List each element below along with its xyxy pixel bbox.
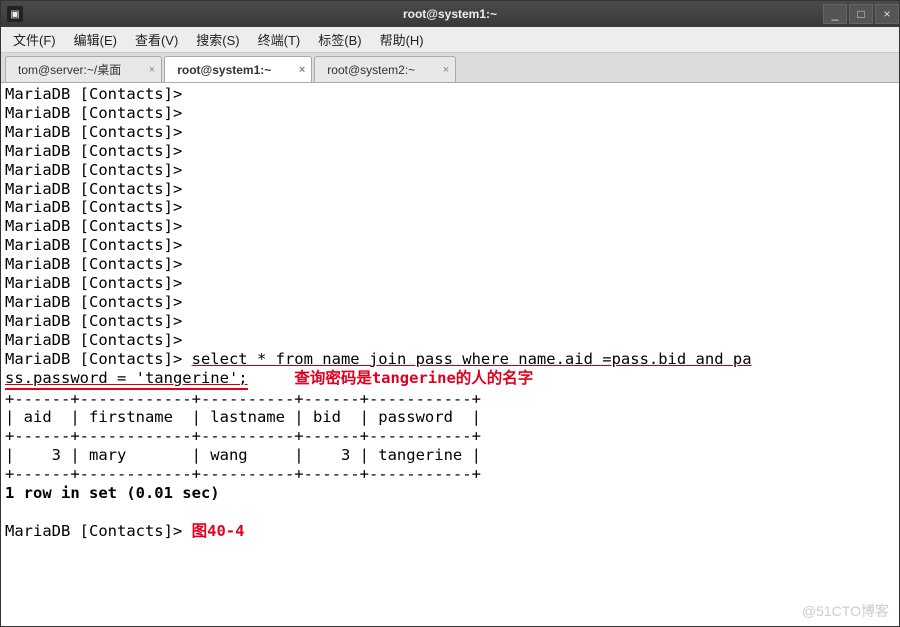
menu-edit[interactable]: 编辑(E) xyxy=(70,28,121,51)
menu-tabs[interactable]: 标签(B) xyxy=(314,28,365,51)
prompt-line: MariaDB [Contacts]> xyxy=(5,123,895,142)
menu-help[interactable]: 帮助(H) xyxy=(376,28,428,51)
minimize-button[interactable]: _ xyxy=(823,4,847,24)
prompt-line: MariaDB [Contacts]> xyxy=(5,217,895,236)
menu-terminal[interactable]: 终端(T) xyxy=(254,28,305,51)
tab-system1[interactable]: root@system1:~ × xyxy=(164,56,312,82)
blank-line xyxy=(5,503,895,522)
menubar: 文件(F) 编辑(E) 查看(V) 搜索(S) 终端(T) 标签(B) 帮助(H… xyxy=(1,27,899,53)
prompt-line: MariaDB [Contacts]> xyxy=(5,331,895,350)
window-title: root@system1:~ xyxy=(403,7,497,21)
watermark: @51CTO博客 xyxy=(802,603,889,620)
table-border: +------+------------+----------+------+-… xyxy=(5,390,895,409)
tab-tom-server[interactable]: tom@server:~/桌面 × xyxy=(5,56,162,82)
prompt-line: MariaDB [Contacts]> xyxy=(5,274,895,293)
tab-system2[interactable]: root@system2:~ × xyxy=(314,56,456,82)
table-border: +------+------------+----------+------+-… xyxy=(5,427,895,446)
tab-label: tom@server:~/桌面 xyxy=(18,61,121,78)
close-button[interactable]: × xyxy=(875,4,899,24)
prompt-line: MariaDB [Contacts]> xyxy=(5,312,895,331)
annotation-text: 查询密码是tangerine的人的名字 xyxy=(294,369,533,387)
table-header: | aid | firstname | lastname | bid | pas… xyxy=(5,408,895,427)
tab-label: root@system1:~ xyxy=(177,63,271,77)
table-border: +------+------------+----------+------+-… xyxy=(5,465,895,484)
prompt-line: MariaDB [Contacts]> xyxy=(5,85,895,104)
sql-line-2: ss.password = 'tangerine'; 查询密码是tangerin… xyxy=(5,369,895,390)
titlebar[interactable]: ▣ root@system1:~ _ □ × xyxy=(1,1,899,27)
maximize-button[interactable]: □ xyxy=(849,4,873,24)
terminal-icon: ▣ xyxy=(7,6,23,22)
prompt-line: MariaDB [Contacts]> xyxy=(5,293,895,312)
table-row: | 3 | mary | wang | 3 | tangerine | xyxy=(5,446,895,465)
window-controls: _ □ × xyxy=(821,4,899,24)
sql-line-1: MariaDB [Contacts]> select * from name j… xyxy=(5,350,895,369)
menu-view[interactable]: 查看(V) xyxy=(131,28,182,51)
close-icon[interactable]: × xyxy=(443,64,449,76)
menu-file[interactable]: 文件(F) xyxy=(9,28,60,51)
close-icon[interactable]: × xyxy=(149,64,155,76)
prompt-with-figure: MariaDB [Contacts]> 图40-4 xyxy=(5,522,895,541)
prompt-line: MariaDB [Contacts]> xyxy=(5,142,895,161)
prompt-line: MariaDB [Contacts]> xyxy=(5,236,895,255)
figure-label: 图40-4 xyxy=(192,522,245,540)
prompt-line: MariaDB [Contacts]> xyxy=(5,198,895,217)
prompt-line: MariaDB [Contacts]> xyxy=(5,180,895,199)
tab-label: root@system2:~ xyxy=(327,63,415,77)
prompt-line: MariaDB [Contacts]> xyxy=(5,104,895,123)
terminal-window: ▣ root@system1:~ _ □ × 文件(F) 编辑(E) 查看(V)… xyxy=(0,0,900,627)
menu-search[interactable]: 搜索(S) xyxy=(192,28,243,51)
prompt-line: MariaDB [Contacts]> xyxy=(5,255,895,274)
terminal-output[interactable]: MariaDB [Contacts]> MariaDB [Contacts]> … xyxy=(1,83,899,626)
result-msg: 1 row in set (0.01 sec) xyxy=(5,484,895,503)
tabbar: tom@server:~/桌面 × root@system1:~ × root@… xyxy=(1,53,899,83)
close-icon[interactable]: × xyxy=(299,64,305,76)
prompt-line: MariaDB [Contacts]> xyxy=(5,161,895,180)
